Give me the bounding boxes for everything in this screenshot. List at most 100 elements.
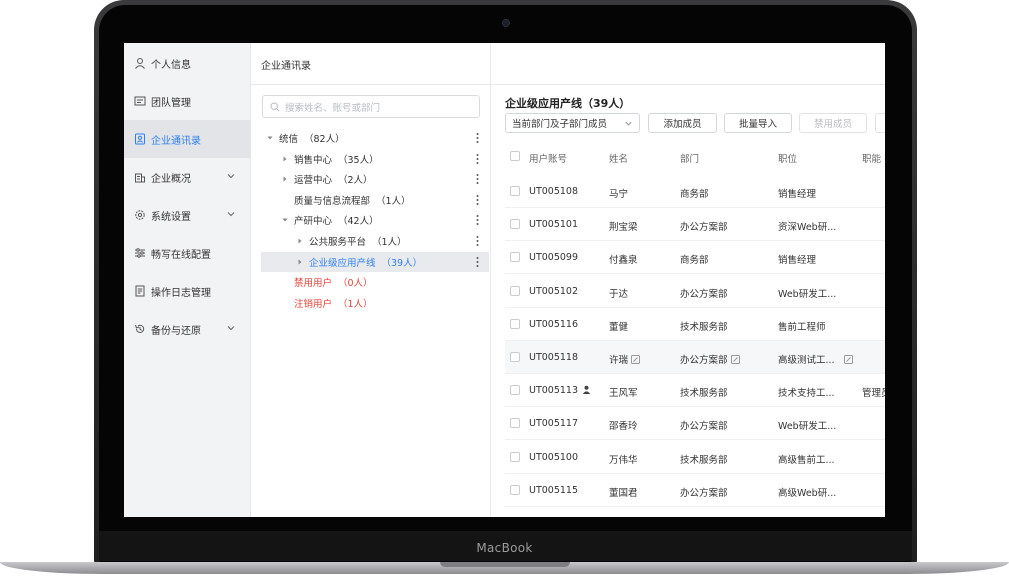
cell-name-text: 于达 bbox=[609, 288, 629, 300]
nav-item-5[interactable]: 系统设置 bbox=[124, 196, 250, 234]
tree-node-name: 禁用用户 bbox=[294, 278, 333, 290]
cell-func: 管理员 bbox=[862, 385, 885, 399]
column-header-position[interactable]: 职位 bbox=[778, 151, 797, 165]
more-vertical-icon[interactable] bbox=[476, 256, 479, 268]
nav-item-label: 系统设置 bbox=[151, 211, 191, 223]
person-icon bbox=[134, 57, 146, 69]
more-vertical-icon[interactable] bbox=[476, 132, 479, 144]
tree-node[interactable]: 注销用户 （1人） bbox=[261, 293, 489, 313]
nav-item-4[interactable]: 企业概况 bbox=[124, 158, 250, 196]
row-checkbox[interactable] bbox=[510, 352, 520, 362]
caret-right-icon[interactable] bbox=[296, 237, 304, 245]
caret-right-icon[interactable] bbox=[281, 155, 289, 163]
row-checkbox[interactable] bbox=[510, 252, 520, 263]
cell-dept-text: 技术服务部 bbox=[680, 454, 728, 466]
caret-right-icon[interactable] bbox=[296, 258, 304, 266]
tree-node[interactable]: 禁用用户 （0人） bbox=[261, 272, 489, 292]
edit-icon[interactable] bbox=[631, 355, 641, 364]
caret-right-icon[interactable] bbox=[281, 175, 289, 183]
cell-name-text: 许瑞 bbox=[609, 355, 629, 366]
scope-select[interactable]: 当前部门及子部门成员 bbox=[505, 113, 640, 133]
more-vertical-icon[interactable] bbox=[476, 173, 479, 185]
caret-down-icon[interactable] bbox=[281, 216, 289, 224]
cell-title: 高级Web研... bbox=[778, 485, 836, 499]
table-row[interactable]: UT005099 付鑫泉 商务部 销售经理 bbox=[505, 241, 885, 275]
more-vertical-icon[interactable] bbox=[476, 194, 479, 206]
more-vertical-icon[interactable] bbox=[476, 153, 479, 165]
search-placeholder: 搜索姓名、账号或部门 bbox=[285, 102, 381, 114]
tree-node[interactable]: 销售中心 （35人） bbox=[261, 149, 489, 169]
row-checkbox[interactable] bbox=[510, 418, 520, 429]
table-row[interactable]: UT005101 荆宝梁 办公方案部 资深Web研... bbox=[505, 208, 885, 242]
cell-account: UT005102 bbox=[529, 286, 578, 297]
chevron-down-icon[interactable] bbox=[226, 209, 236, 219]
cell-dept-text: 办公方案部 bbox=[680, 487, 728, 499]
select-all-checkbox[interactable] bbox=[510, 151, 520, 161]
nav-item-3[interactable]: 企业通讯录 bbox=[124, 120, 250, 158]
tree-node-count: （0人） bbox=[338, 278, 373, 290]
nav-item-2[interactable]: 团队管理 bbox=[124, 82, 250, 120]
tree-node-name: 销售中心 bbox=[294, 154, 333, 166]
table-row[interactable]: UT005116 董健 技术服务部 售前工程师 bbox=[505, 308, 885, 341]
cell-dept: 技术服务部 bbox=[680, 319, 728, 333]
cell-account-text: UT005100 bbox=[529, 451, 579, 463]
column-header-name[interactable]: 姓名 bbox=[609, 151, 628, 165]
tree-node-count: （39人） bbox=[381, 257, 423, 269]
column-header-function[interactable]: 职能 bbox=[862, 151, 881, 165]
tree-node-name: 统信 bbox=[279, 134, 299, 145]
row-checkbox[interactable] bbox=[510, 219, 520, 230]
row-checkbox[interactable] bbox=[510, 385, 520, 396]
tree-node[interactable]: 公共服务平台 （1人） bbox=[261, 231, 489, 251]
tree-node-count: （1人） bbox=[338, 298, 373, 310]
row-checkbox[interactable] bbox=[510, 285, 520, 296]
table-row[interactable]: UT005100 万伟华 技术服务部 高级售前工... bbox=[505, 441, 885, 474]
org-tree-panel: 企业通讯录 搜索姓名、账号或部门 统信 （82人） 销售中心 （35人） 运营中心 （2人… bbox=[251, 43, 491, 517]
cell-title: 售前工程师 bbox=[778, 319, 826, 333]
tree-node[interactable]: 企业级应用产线 （39人） bbox=[261, 251, 489, 272]
cell-dept-text: 办公方案部 bbox=[680, 288, 728, 300]
search-input[interactable]: 搜索姓名、账号或部门 bbox=[262, 95, 480, 118]
nav-item-7[interactable]: 操作日志管理 bbox=[124, 272, 250, 310]
add-member-button[interactable]: 添加成员 bbox=[648, 113, 717, 133]
table-row[interactable]: UT005115 董国君 办公方案部 高级Web研... bbox=[505, 474, 885, 507]
table-row[interactable]: UT005117 邵香玲 办公方案部 Web研发工... bbox=[505, 407, 885, 441]
more-actions-button[interactable] bbox=[875, 113, 885, 133]
table-row[interactable]: UT005118 许瑞 办公方案部 高级测试工... bbox=[505, 341, 885, 374]
tree-node[interactable]: 产研中心 （42人） bbox=[261, 210, 489, 230]
row-checkbox[interactable] bbox=[510, 186, 520, 196]
disable-member-button[interactable]: 禁用成员 bbox=[799, 113, 867, 133]
more-vertical-icon[interactable] bbox=[476, 214, 479, 226]
cell-title-text: 高级售前工... bbox=[778, 454, 835, 466]
column-header-account[interactable]: 用户账号 bbox=[529, 151, 567, 165]
edit-icon[interactable] bbox=[730, 355, 740, 364]
more-vertical-icon[interactable] bbox=[476, 235, 479, 247]
chevron-down-icon[interactable] bbox=[226, 323, 236, 333]
table-row[interactable]: UT005113 王风军 技术服务部 技术支持工... 管理员 bbox=[505, 374, 885, 408]
log-icon bbox=[134, 285, 146, 297]
laptop-brand-label: MacBook bbox=[476, 541, 533, 555]
table-row[interactable]: UT005102 于达 办公方案部 Web研发工... bbox=[505, 275, 885, 308]
nav-item-1[interactable]: 个人信息 bbox=[124, 44, 250, 82]
tree-node[interactable]: 运营中心 （2人） bbox=[261, 169, 489, 189]
nav-item-8[interactable]: 备份与还原 bbox=[124, 310, 250, 348]
caret-down-icon[interactable] bbox=[266, 134, 274, 142]
cell-title: 资深Web研... bbox=[778, 219, 836, 233]
table-row[interactable]: UT005108 马宁 商务部 销售经理 bbox=[505, 175, 885, 208]
nav-item-6[interactable]: 畅写在线配置 bbox=[124, 234, 250, 272]
column-header-department[interactable]: 部门 bbox=[680, 151, 699, 165]
batch-import-button[interactable]: 批量导入 bbox=[724, 113, 792, 133]
edit-icon[interactable] bbox=[843, 355, 853, 364]
tree-node[interactable]: 质量与信息流程部 （1人） bbox=[261, 190, 489, 210]
cell-title: Web研发工... bbox=[778, 418, 836, 432]
row-checkbox[interactable] bbox=[510, 484, 520, 495]
cell-name-text: 董国君 bbox=[609, 487, 638, 499]
cell-account: UT005118 bbox=[529, 352, 578, 363]
row-checkbox[interactable] bbox=[510, 451, 520, 462]
row-checkbox[interactable] bbox=[510, 318, 520, 329]
tree-node[interactable]: 统信 （82人） bbox=[261, 128, 489, 148]
cell-title-text: 销售经理 bbox=[778, 189, 817, 200]
chevron-down-icon[interactable] bbox=[226, 171, 236, 181]
cell-name: 于达 bbox=[609, 286, 628, 300]
cell-account-text: UT005108 bbox=[529, 186, 579, 197]
sliders-icon bbox=[134, 247, 146, 259]
